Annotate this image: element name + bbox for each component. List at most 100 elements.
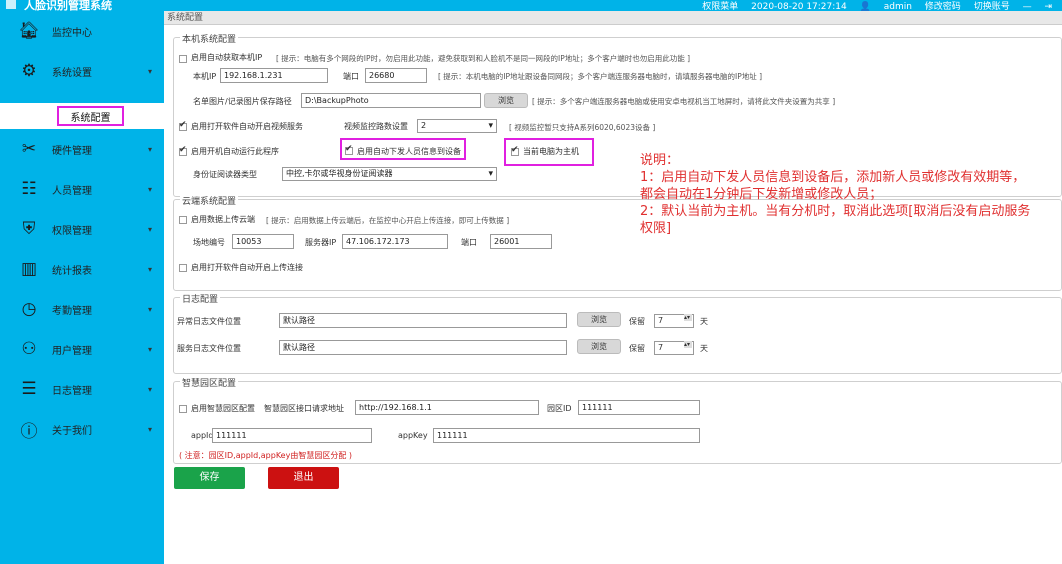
video-channels-select[interactable]: 2 [417, 119, 497, 133]
gear-icon: ⚙ [21, 61, 37, 81]
ip-hint: [ 提示：本机电脑的IP地址跟设备同网段；多个客户端连服务器电脑时，请填服务器电… [438, 72, 763, 81]
minimize-icon[interactable]: — [1023, 2, 1032, 11]
server-ip-label: 服务器IP [305, 238, 337, 247]
idreader-select[interactable]: 中控,卡尔或华视身份证阅读器 [282, 167, 497, 181]
park-url-label: 智慧园区接口请求地址 [264, 404, 344, 413]
video-channels-label: 视频监控路数设置 [344, 122, 408, 131]
server-ip-input[interactable]: 47.106.172.173 [342, 234, 448, 249]
path-hint: [ 提示：多个客户端连服务器电脑或使用安卓电视机当工地屏时，请将此文件夹设置为共… [532, 97, 836, 106]
park-id-label: 园区ID [547, 404, 572, 413]
shield-icon: ⛨ [22, 219, 36, 239]
sidebar-subitem-system-config[interactable]: 系统配置 [0, 103, 164, 129]
autorun-checkbox[interactable] [179, 145, 187, 156]
park-enable-checkbox[interactable] [179, 405, 187, 413]
sidebar-item-about[interactable]: ⓘ 关于我们 ▾ [0, 409, 164, 449]
chevron-down-icon: ▾ [148, 424, 153, 434]
port-input[interactable]: 26680 [365, 68, 427, 83]
annotation-line: 1：启用自动下发人员信息到设备后，添加新人员或修改有效期等， [640, 170, 1026, 185]
sidebar-item-logs[interactable]: ☰ 日志管理 ▾ [0, 369, 164, 409]
appkey-label: appKey [398, 431, 428, 440]
sidebar-item-monitor[interactable]: 🏠︎ 监控中心 [0, 11, 164, 51]
log-config-group: 日志配置 异常日志文件位置 默认路径 浏览 保留 7 天 服务日志文件位置 默认… [173, 292, 1062, 374]
annotation-line: 都会自动在1分钟后下发新增或修改人员； [640, 187, 883, 202]
video-service-checkbox[interactable] [179, 120, 187, 131]
log-icon: ☰ [21, 379, 37, 399]
sidebar-item-permission[interactable]: ⛨ 权限管理 ▾ [0, 209, 164, 249]
error-log-input[interactable]: 默认路径 [279, 313, 567, 328]
sidebar-item-hardware[interactable]: ✂ 硬件管理 ▾ [0, 129, 164, 169]
annotation-line: 2：默认当前为主机。当有分机时，取消此选项[取消后没有启动服务 [640, 204, 1031, 219]
service-keep-label: 保留 [629, 344, 645, 353]
port-label: 端口 [343, 72, 359, 81]
exit-icon[interactable]: ⇥ [1044, 2, 1052, 11]
auto-ip-checkbox[interactable] [179, 55, 187, 63]
username: admin [883, 2, 912, 11]
menu-link[interactable]: 权限菜单 [702, 2, 738, 11]
path-input[interactable]: D:\BackupPhoto [301, 93, 481, 108]
video-service-label: 启用打开软件自动开启视频服务 [191, 122, 303, 131]
sidebar-item-personnel[interactable]: ☷ 人员管理 ▾ [0, 169, 164, 209]
service-log-label: 服务日志文件位置 [177, 344, 241, 353]
sidebar-item-attendance[interactable]: ◷ 考勤管理 ▾ [0, 289, 164, 329]
video-hint: [ 视频监控暂只支持A系列6020,6023设备 ] [509, 123, 656, 132]
sidebar-item-report[interactable]: ▥ 统计报表 ▾ [0, 249, 164, 289]
datetime: 2020-08-20 17:27:14 [751, 2, 847, 11]
park-note: ( 注意：园区ID,appId,appKey由智慧园区分配 ) [179, 451, 352, 460]
chevron-down-icon: ▾ [148, 224, 153, 234]
sidebar-item-settings[interactable]: ⚙ 系统设置 ▾ [0, 51, 164, 91]
chevron-down-icon: ▾ [148, 344, 153, 354]
service-log-browse-button[interactable]: 浏览 [577, 339, 621, 354]
error-log-browse-button[interactable]: 浏览 [577, 312, 621, 327]
autorun-label: 启用开机自动运行此程序 [191, 147, 279, 156]
park-id-input[interactable]: 111111 [578, 400, 700, 415]
auto-upload-checkbox[interactable] [179, 264, 187, 272]
auto-upload-label: 启用打开软件自动开启上传连接 [191, 263, 303, 272]
home-icon: 🏠︎ [18, 21, 40, 41]
chevron-down-icon: ▾ [148, 304, 153, 314]
change-password-link[interactable]: 修改密码 [925, 2, 961, 11]
park-enable-label: 启用智慧园区配置 [191, 404, 255, 413]
path-label: 名单图片/记录图片保存路径 [193, 97, 292, 106]
user-icon: 👤 [859, 2, 871, 11]
error-keep-label: 保留 [629, 317, 645, 326]
user-icon: ⚇ [21, 339, 37, 359]
main-panel: 系统配置 本机系统配置 启用自动获取本机IP [ 提示：电脑有多个网段的IP时，… [164, 11, 1062, 564]
top-bar: 人脸识别管理系统 权限菜单 2020-08-20 17:27:14 👤 admi… [0, 0, 1062, 11]
chevron-down-icon: ▾ [148, 264, 153, 274]
appid-input[interactable]: 111111 [212, 428, 372, 443]
cloud-upload-checkbox[interactable] [179, 216, 187, 224]
service-keep-unit: 天 [700, 344, 708, 353]
service-log-input[interactable]: 默认路径 [279, 340, 567, 355]
chevron-down-icon: ▾ [148, 184, 153, 194]
app-title: 人脸识别管理系统 [24, 0, 112, 11]
smart-park-group: 智慧园区配置 启用智慧园区配置 智慧园区接口请求地址 http://192.16… [173, 376, 1062, 464]
cloud-port-input[interactable]: 26001 [490, 234, 552, 249]
sidebar-item-users[interactable]: ⚇ 用户管理 ▾ [0, 329, 164, 369]
error-log-label: 异常日志文件位置 [177, 317, 241, 326]
auto-push-checkbox[interactable] [345, 144, 353, 155]
appid-label: appId [191, 431, 214, 440]
switch-account-link[interactable]: 切换账号 [974, 2, 1010, 11]
appkey-input[interactable]: 111111 [433, 428, 700, 443]
exit-button[interactable]: 退出 [268, 467, 339, 489]
ip-label: 本机IP [193, 72, 217, 81]
ip-input[interactable]: 192.168.1.231 [220, 68, 328, 83]
host-checkbox[interactable] [511, 145, 519, 156]
error-keep-stepper[interactable]: 7 [654, 314, 694, 328]
park-url-input[interactable]: http://192.168.1.1 [355, 400, 539, 415]
annotation-line: 权限] [640, 221, 672, 236]
service-keep-stepper[interactable]: 7 [654, 341, 694, 355]
site-input[interactable]: 10053 [232, 234, 294, 249]
save-button[interactable]: 保存 [174, 467, 245, 489]
cloud-upload-hint: [ 提示：启用数据上传云端后，在监控中心开启上传连接，即可上传数据 ] [266, 216, 510, 225]
cloud-port-label: 端口 [461, 238, 477, 247]
path-browse-button[interactable]: 浏览 [484, 93, 528, 108]
idreader-label: 身份证阅读器类型 [193, 170, 257, 179]
chevron-down-icon: ▾ [148, 144, 153, 154]
auto-ip-label: 启用自动获取本机IP [191, 53, 263, 62]
chart-icon: ▥ [20, 259, 38, 279]
top-info: 权限菜单 2020-08-20 17:27:14 👤 admin 修改密码 切换… [692, 0, 1052, 11]
error-keep-unit: 天 [700, 317, 708, 326]
clock-icon: ◷ [21, 299, 37, 319]
breadcrumb: 系统配置 [164, 11, 1062, 25]
